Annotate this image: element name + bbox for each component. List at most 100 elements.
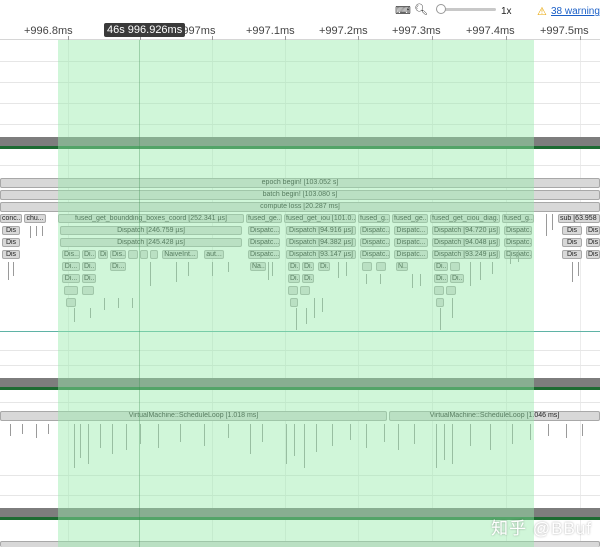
trace-slice[interactable]: Dis bbox=[562, 226, 582, 235]
trace-slice[interactable]: Dispatch [246.759 µs] bbox=[60, 226, 242, 235]
zoom-slider-thumb[interactable] bbox=[436, 4, 446, 14]
time-ruler[interactable]: +996.8ms +997ms +997.1ms +997.2ms +997.3… bbox=[0, 22, 600, 40]
trace-slice[interactable]: conc... bbox=[0, 214, 22, 223]
trace-slice[interactable] bbox=[288, 286, 298, 295]
trace-slice[interactable] bbox=[446, 286, 456, 295]
trace-slice[interactable]: N... bbox=[396, 262, 408, 271]
trace-slice[interactable]: Dispatch [94.916 µs] bbox=[286, 226, 356, 235]
trace-slice[interactable] bbox=[434, 286, 444, 295]
trace-slice[interactable]: Dispatc... bbox=[394, 238, 428, 247]
trace-tick bbox=[398, 424, 399, 450]
trace-tick bbox=[306, 308, 307, 324]
trace-tick bbox=[470, 262, 471, 286]
trace-slice[interactable]: Dis bbox=[2, 250, 20, 259]
trace-slice[interactable]: Dispatch [245.428 µs] bbox=[60, 238, 242, 247]
trace-slice[interactable]: Di... bbox=[98, 250, 108, 259]
trace-slice[interactable]: Dispatc... bbox=[360, 226, 390, 235]
trace-slice[interactable]: Di... bbox=[288, 274, 300, 283]
trace-slice[interactable]: fused_get_iou [101.0... bbox=[284, 214, 356, 223]
trace-slice[interactable] bbox=[150, 250, 158, 259]
trace-slice[interactable] bbox=[376, 262, 386, 271]
trace-slice[interactable]: fused_g... bbox=[502, 214, 534, 223]
trace-slice[interactable]: Di... bbox=[318, 262, 330, 271]
trace-slice[interactable]: Dispatc... bbox=[248, 226, 280, 235]
trace-slice[interactable]: Dis bbox=[562, 238, 582, 247]
trace-slice[interactable] bbox=[436, 298, 444, 307]
trace-slice[interactable]: Di... bbox=[302, 262, 314, 271]
trace-slice[interactable]: Dis bbox=[2, 238, 20, 247]
trace-tick bbox=[552, 214, 553, 230]
trace-slice[interactable]: Dispatc... bbox=[360, 250, 390, 259]
trace-tick bbox=[88, 424, 89, 464]
trace-slice[interactable]: Dis... bbox=[110, 250, 126, 259]
trace-slice[interactable]: Di... bbox=[62, 262, 80, 271]
trace-slice[interactable]: Dispatc... bbox=[394, 226, 428, 235]
trace-slice[interactable]: Di... bbox=[82, 274, 96, 283]
trace-slice[interactable]: Dis bbox=[562, 250, 582, 259]
trace-slice[interactable] bbox=[450, 262, 460, 271]
trace-slice[interactable]: Dis bbox=[586, 226, 600, 235]
trace-slice[interactable] bbox=[66, 298, 76, 307]
trace-slice-schedule-loop[interactable]: VirtualMachine::ScheduleLoop [1.018 ms] bbox=[0, 411, 387, 421]
trace-slice[interactable]: Dispatc... bbox=[504, 226, 532, 235]
trace-slice[interactable]: Di... bbox=[434, 274, 448, 283]
trace-slice-compute-loss[interactable]: compute loss [20.287 ms] bbox=[0, 202, 600, 212]
trace-slice[interactable]: Dispatc... bbox=[504, 238, 532, 247]
trace-tick bbox=[286, 424, 287, 464]
trace-slice[interactable]: Di... bbox=[288, 262, 300, 271]
trace-slice[interactable]: Dispatch [94.382 µs] bbox=[286, 238, 356, 247]
trace-slice[interactable]: sub [63.958 bbox=[558, 214, 600, 223]
trace-slice[interactable]: Dispatc... bbox=[248, 250, 280, 259]
keyboard-icon[interactable]: ⌨ bbox=[395, 5, 411, 17]
trace-slice[interactable]: Di... bbox=[82, 262, 96, 271]
trace-slice[interactable]: Dispatch [94.048 µs] bbox=[432, 238, 500, 247]
trace-slice-epoch[interactable]: epoch begin! [103.052 s] bbox=[0, 178, 600, 188]
trace-slice-schedule-loop[interactable]: VirtualMachine::ScheduleLoop [1.046 ms] bbox=[389, 411, 600, 421]
trace-slice[interactable]: Di... bbox=[62, 274, 80, 283]
trace-slice[interactable]: Dis bbox=[2, 226, 20, 235]
trace-slice[interactable]: Di... bbox=[450, 274, 464, 283]
trace-slice[interactable]: Di... bbox=[110, 262, 126, 271]
trace-slice[interactable]: fused_get_ciou_diag... bbox=[430, 214, 500, 223]
trace-slice[interactable]: Di... bbox=[82, 250, 96, 259]
trace-slice-partial[interactable] bbox=[0, 541, 600, 547]
trace-slice-batch[interactable]: batch begin! [103.080 s] bbox=[0, 190, 600, 200]
trace-slice[interactable]: Dis bbox=[586, 238, 600, 247]
trace-slice[interactable]: fused_ge... bbox=[392, 214, 428, 223]
trace-slice[interactable]: Na... bbox=[250, 262, 266, 271]
trace-slice[interactable] bbox=[128, 250, 138, 259]
trace-slice[interactable] bbox=[64, 286, 78, 295]
trace-slice[interactable] bbox=[290, 298, 298, 307]
trace-slice[interactable]: Di... bbox=[302, 274, 314, 283]
trace-slice[interactable] bbox=[300, 286, 310, 295]
trace-tick bbox=[90, 308, 91, 318]
trace-slice[interactable]: Dispatc... bbox=[360, 238, 390, 247]
zoom-out-icon[interactable]: 🔍︎ bbox=[414, 4, 428, 16]
trace-slice[interactable]: fused_g... bbox=[358, 214, 390, 223]
trace-slice[interactable]: Di... bbox=[434, 262, 448, 271]
grid-line bbox=[212, 40, 213, 547]
trace-slice[interactable]: Dispatch [94.720 µs] bbox=[432, 226, 500, 235]
trace-slice[interactable] bbox=[82, 286, 94, 295]
trace-slice[interactable]: Dispatc... bbox=[248, 238, 280, 247]
track-separator bbox=[0, 378, 600, 387]
trace-slice[interactable] bbox=[362, 262, 372, 271]
trace-slice[interactable]: Dis... bbox=[62, 250, 80, 259]
trace-slice[interactable]: Dispatc... bbox=[394, 250, 428, 259]
trace-tick bbox=[512, 424, 513, 444]
trace-slice[interactable]: NaiveInt... bbox=[162, 250, 198, 259]
trace-tick bbox=[452, 424, 453, 464]
trace-slice[interactable]: Dispatch [93.249 µs] bbox=[432, 250, 500, 259]
trace-slice[interactable]: fused_get_boundding_boxes_coord [252.341… bbox=[58, 214, 244, 223]
trace-tick bbox=[548, 424, 549, 436]
warnings-link[interactable]: 38 warning bbox=[551, 6, 600, 17]
trace-slice[interactable]: aut... bbox=[204, 250, 224, 259]
trace-slice[interactable]: Dispatch [93.147 µs] bbox=[286, 250, 356, 259]
grid-line bbox=[506, 40, 507, 547]
trace-slice[interactable]: fused_ge... bbox=[246, 214, 282, 223]
row-line bbox=[0, 475, 600, 476]
trace-slice[interactable]: chu... bbox=[24, 214, 46, 223]
trace-slice[interactable]: Dis bbox=[586, 250, 600, 259]
trace-slice[interactable] bbox=[140, 250, 148, 259]
trace-tick bbox=[22, 424, 23, 434]
